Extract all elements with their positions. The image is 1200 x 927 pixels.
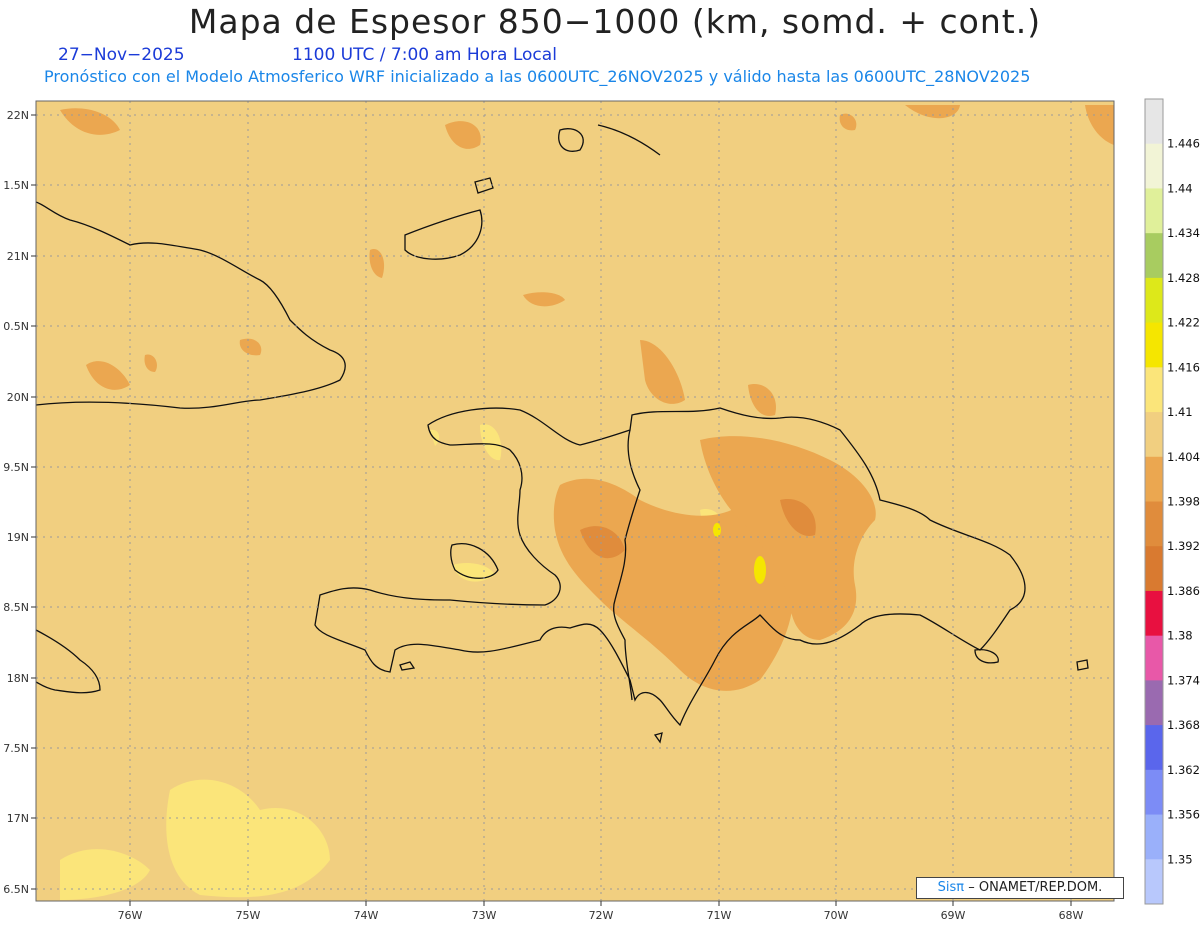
colorbar-swatch bbox=[1145, 725, 1163, 771]
colorbar-swatch bbox=[1145, 680, 1163, 726]
credit-label: – ONAMET/REP.DOM. bbox=[968, 880, 1103, 895]
lat-label: 9.5N bbox=[3, 461, 29, 474]
lon-label: 74W bbox=[354, 909, 379, 922]
colorbar-label: 1.35 bbox=[1167, 852, 1193, 866]
colorbar-swatch bbox=[1145, 769, 1163, 816]
colorbar-swatch bbox=[1145, 546, 1163, 592]
colorbar-swatch bbox=[1145, 859, 1163, 905]
lat-label: 6.5N bbox=[3, 883, 29, 896]
lat-label: 22N bbox=[7, 109, 29, 122]
colorbar-label: 1.374 bbox=[1167, 673, 1200, 687]
lon-label: 69W bbox=[941, 909, 966, 922]
longitude-axis: 76W 75W 74W 73W 72W 71W 70W 69W 68W bbox=[118, 901, 1084, 922]
lat-label: 1.5N bbox=[3, 179, 29, 192]
thickness-map: 22N 1.5N 21N 0.5N 20N 9.5N 19N 8.5N 18N … bbox=[3, 98, 1200, 922]
colorbar-label: 1.362 bbox=[1167, 763, 1200, 777]
colorbar-swatch bbox=[1145, 814, 1163, 860]
lat-label: 19N bbox=[7, 531, 29, 544]
lon-label: 72W bbox=[589, 909, 614, 922]
colorbar-label: 1.446 bbox=[1167, 137, 1200, 151]
lat-label: 21N bbox=[7, 250, 29, 263]
colorbar-label: 1.404 bbox=[1167, 450, 1200, 464]
lat-label: 8.5N bbox=[3, 601, 29, 614]
colorbar-swatch bbox=[1145, 277, 1163, 324]
colorbar-swatch bbox=[1145, 635, 1163, 681]
colorbar-swatch bbox=[1145, 188, 1163, 234]
colorbar-swatch bbox=[1145, 322, 1163, 368]
lat-label: 20N bbox=[7, 391, 29, 404]
colorbar-swatch bbox=[1145, 456, 1163, 502]
latitude-axis: 22N 1.5N 21N 0.5N 20N 9.5N 19N 8.5N 18N … bbox=[3, 109, 36, 896]
lon-label: 71W bbox=[707, 909, 732, 922]
colorbar-swatch bbox=[1145, 501, 1163, 547]
colorbar-label: 1.41 bbox=[1167, 405, 1193, 419]
colorbar-label: 1.422 bbox=[1167, 316, 1200, 330]
colorbar-label: 1.44 bbox=[1167, 181, 1193, 195]
colorbar-label: 1.38 bbox=[1167, 629, 1193, 643]
colorbar-swatch bbox=[1145, 412, 1163, 458]
lon-label: 75W bbox=[236, 909, 261, 922]
lat-label: 7.5N bbox=[3, 742, 29, 755]
lon-label: 68W bbox=[1059, 909, 1084, 922]
colorbar-label: 1.356 bbox=[1167, 808, 1200, 822]
colorbar-label: 1.368 bbox=[1167, 718, 1200, 732]
colorbar-swatch bbox=[1145, 143, 1163, 189]
colorbar: 1.446 1.44 1.434 1.428 1.422 1.416 1.41 1.404 1.… bbox=[1144, 98, 1200, 905]
lat-label: 18N bbox=[7, 672, 29, 685]
brand-label: Sisπ bbox=[937, 880, 965, 895]
colorbar-label: 1.416 bbox=[1167, 360, 1200, 374]
colorbar-label: 1.386 bbox=[1167, 584, 1200, 598]
lon-label: 70W bbox=[824, 909, 849, 922]
colorbar-swatch bbox=[1145, 233, 1163, 279]
lon-label: 73W bbox=[472, 909, 497, 922]
colorbar-label: 1.398 bbox=[1167, 495, 1200, 509]
colorbar-label: 1.392 bbox=[1167, 539, 1200, 553]
colorbar-swatch bbox=[1145, 99, 1163, 145]
lat-label: 17N bbox=[7, 812, 29, 825]
colorbar-label: 1.434 bbox=[1167, 226, 1200, 240]
colorbar-label: 1.428 bbox=[1167, 271, 1200, 285]
credit-box: Sisπ – ONAMET/REP.DOM. bbox=[916, 877, 1124, 899]
colorbar-swatch bbox=[1145, 590, 1163, 637]
lat-label: 0.5N bbox=[3, 320, 29, 333]
colorbar-swatch bbox=[1145, 367, 1163, 413]
lon-label: 76W bbox=[118, 909, 143, 922]
